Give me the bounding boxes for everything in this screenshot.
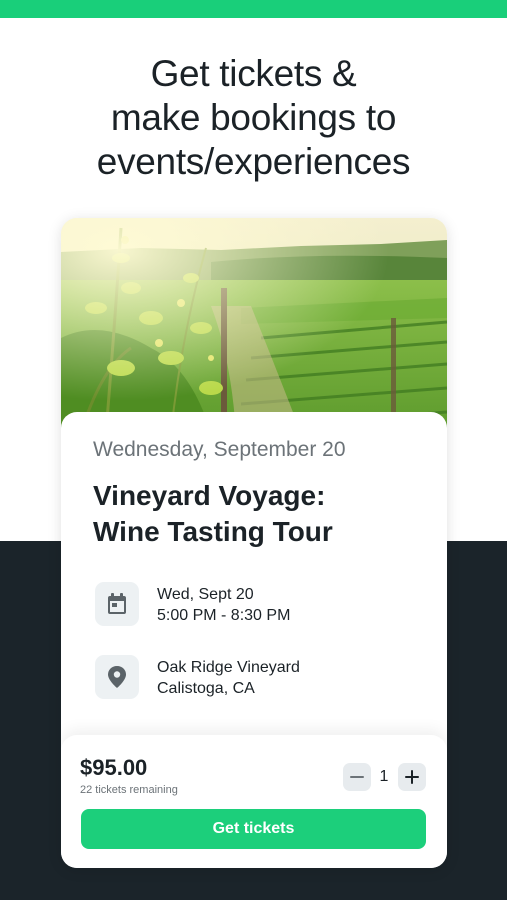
- event-title-line-1: Vineyard Voyage:: [93, 480, 326, 511]
- event-location-text: Oak Ridge Vineyard Calistoga, CA: [157, 657, 300, 699]
- plus-icon: [405, 770, 419, 784]
- promo-headline: Get tickets & make bookings to events/ex…: [0, 52, 507, 184]
- event-day: Wed, Sept 20: [157, 586, 254, 603]
- event-title: Vineyard Voyage: Wine Tasting Tour: [93, 478, 423, 550]
- event-time-text: Wed, Sept 20 5:00 PM - 8:30 PM: [157, 584, 290, 626]
- get-tickets-button[interactable]: Get tickets: [81, 809, 426, 849]
- event-title-line-2: Wine Tasting Tour: [93, 516, 333, 547]
- event-date-label: Wednesday, September 20: [93, 438, 346, 461]
- tickets-remaining: 22 tickets remaining: [80, 784, 178, 796]
- headline-line-2: make bookings to: [110, 97, 397, 138]
- venue-city: Calistoga, CA: [157, 680, 255, 697]
- increase-quantity-button[interactable]: [398, 763, 426, 791]
- minus-icon: [350, 776, 364, 778]
- top-accent-bar: [0, 0, 507, 18]
- event-card: Wednesday, September 20 Vineyard Voyage:…: [61, 218, 447, 868]
- map-pin-icon: [95, 655, 139, 699]
- event-time-range: 5:00 PM - 8:30 PM: [157, 607, 291, 624]
- venue-name: Oak Ridge Vineyard: [157, 659, 300, 676]
- event-location-row: Oak Ridge Vineyard Calistoga, CA: [93, 655, 413, 703]
- ticket-quantity: 1: [379, 768, 389, 785]
- ticket-purchase-panel: $95.00 22 tickets remaining 1 Get ticket…: [61, 735, 447, 868]
- ticket-price: $95.00: [80, 755, 148, 780]
- decrease-quantity-button[interactable]: [343, 763, 371, 791]
- headline-line-1: Get tickets &: [150, 53, 357, 94]
- vineyard-photo: [61, 218, 447, 433]
- event-time-row: Wed, Sept 20 5:00 PM - 8:30 PM: [93, 582, 413, 630]
- headline-line-3: events/experiences: [96, 141, 411, 182]
- calendar-icon: [95, 582, 139, 626]
